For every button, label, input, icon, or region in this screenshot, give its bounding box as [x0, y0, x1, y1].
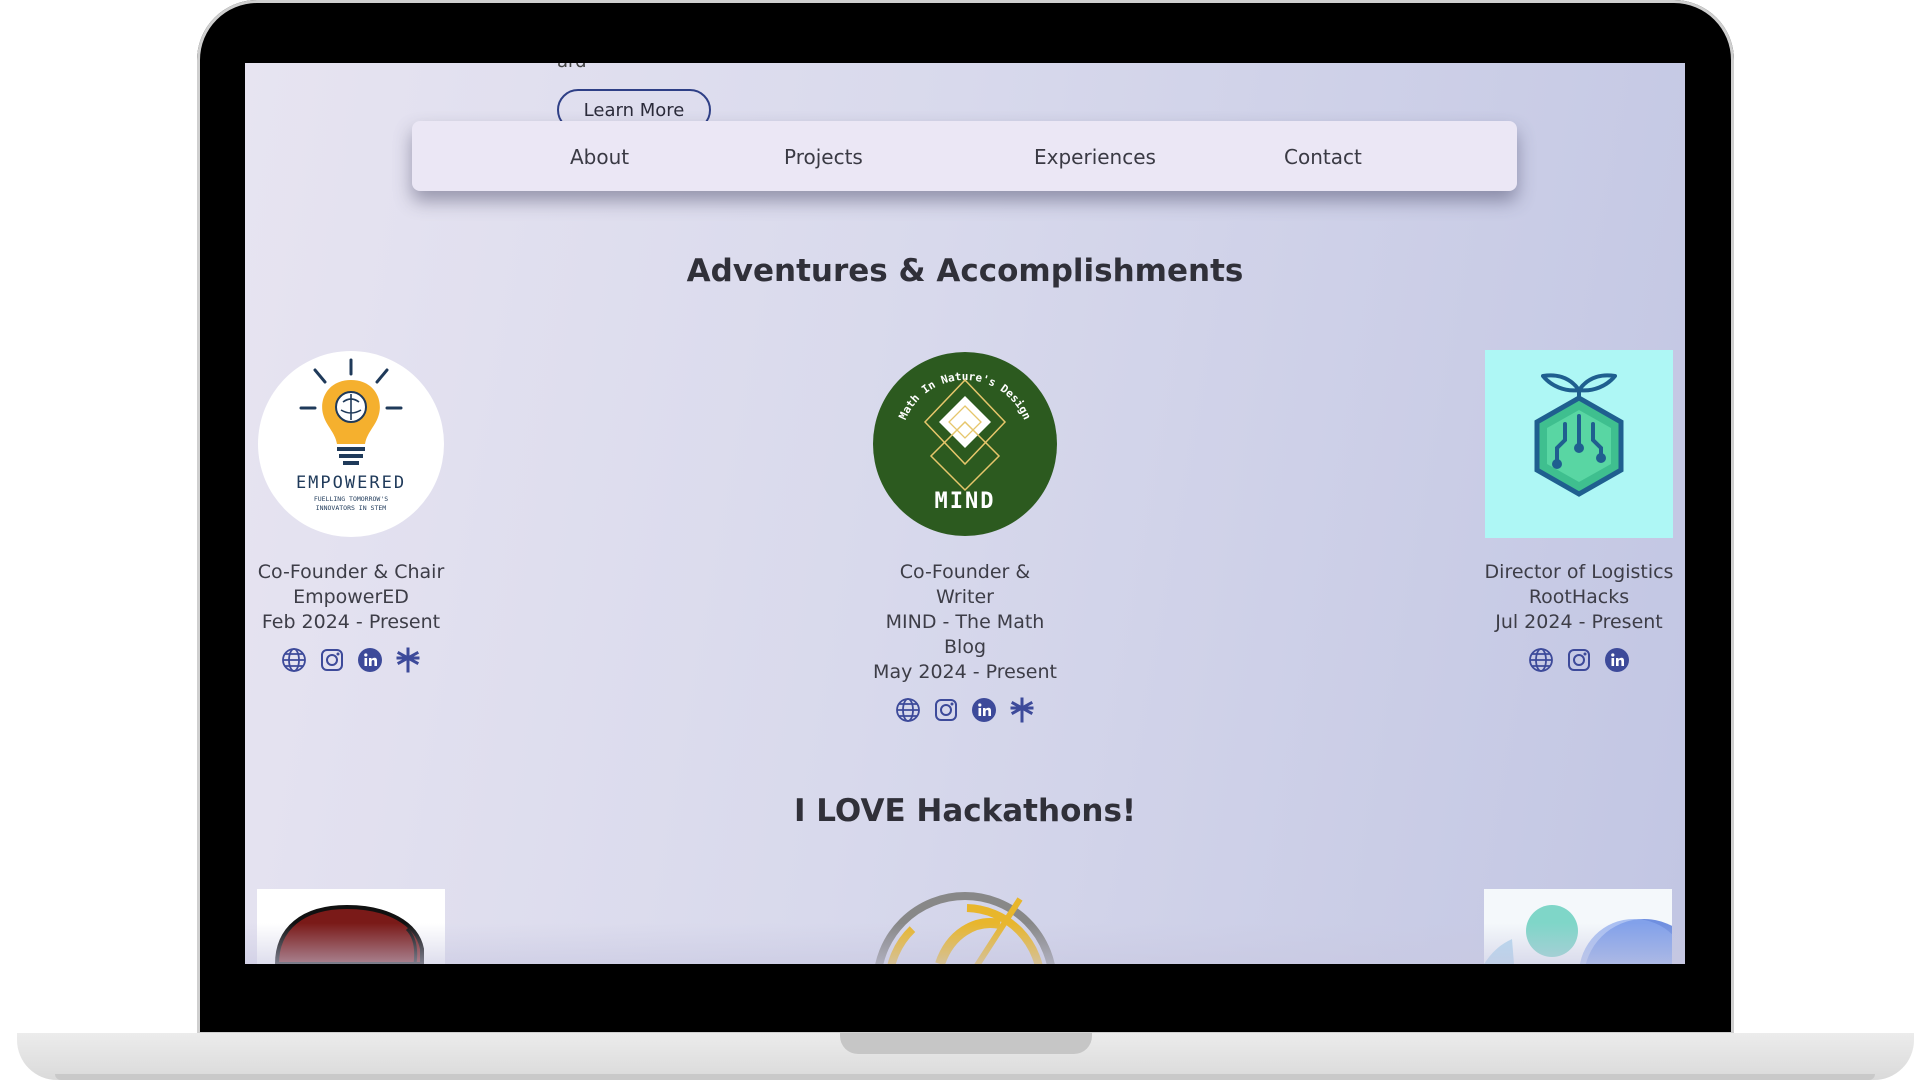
mind-logo-text: MIND [935, 489, 996, 514]
navigation-bar: About Projects Experiences Contact [412, 121, 1517, 191]
viewport-bottom-fade [245, 923, 1685, 964]
hero-text-fragment: ard [557, 63, 587, 72]
nav-link-projects[interactable]: Projects [784, 145, 863, 169]
globe-icon[interactable] [281, 647, 307, 673]
card-org: MIND - The Math Blog [885, 611, 1045, 658]
empowered-logo[interactable]: EMPOWERED FUELLING TOMORROW'S INNOVATORS… [257, 350, 445, 538]
card-social-links [870, 697, 1060, 723]
instagram-icon[interactable] [1566, 647, 1592, 673]
linkedin-icon[interactable] [971, 697, 997, 723]
card-org: EmpowerED [293, 586, 409, 608]
empowered-logo-subtext-2: INNOVATORS IN STEM [316, 504, 387, 512]
accomplishment-card-roothacks: Director of Logistics RootHacks Jul 2024… [1484, 350, 1674, 673]
linktree-icon[interactable] [395, 647, 421, 673]
laptop-notch [840, 1033, 1092, 1054]
roothacks-logo[interactable] [1485, 350, 1673, 538]
nav-link-about[interactable]: About [570, 145, 629, 169]
card-dates: Jul 2024 - Present [1495, 611, 1663, 633]
globe-icon[interactable] [895, 697, 921, 723]
card-role: Director of Logistics [1484, 561, 1674, 583]
card-role: Co-Founder & Writer [899, 561, 1031, 608]
mind-logo[interactable]: Math In Nature's Design MIND [871, 350, 1059, 538]
section-title-hackathons: I LOVE Hackathons! [793, 793, 1137, 829]
section-title-accomplishments: Adventures & Accomplishments [686, 253, 1244, 289]
instagram-icon[interactable] [319, 647, 345, 673]
card-dates: Feb 2024 - Present [261, 611, 441, 633]
nav-link-contact[interactable]: Contact [1284, 145, 1362, 169]
accomplishment-card-mind: Math In Nature's Design MIND Co-Founder … [870, 350, 1060, 723]
linkedin-icon[interactable] [1604, 647, 1630, 673]
card-social-links [1484, 647, 1674, 673]
empowered-logo-subtext-1: FUELLING TOMORROW'S [314, 495, 388, 503]
nav-link-experiences[interactable]: Experiences [1034, 145, 1156, 169]
card-social-links [256, 647, 446, 673]
browser-viewport: ard Learn More About Projects Experience… [245, 63, 1685, 964]
globe-icon[interactable] [1528, 647, 1554, 673]
accomplishment-card-empowered: EMPOWERED FUELLING TOMORROW'S INNOVATORS… [256, 350, 446, 673]
card-dates: May 2024 - Present [873, 661, 1057, 683]
card-role: Co-Founder & Chair [257, 561, 445, 583]
linktree-icon[interactable] [1009, 697, 1035, 723]
instagram-icon[interactable] [933, 697, 959, 723]
laptop-base-edge [55, 1074, 1875, 1080]
mind-diamond-icon: Math In Nature's Design MIND [873, 352, 1057, 536]
empowered-logo-text: EMPOWERED [296, 473, 406, 493]
hexagon-circuit-icon [1485, 350, 1673, 538]
lightbulb-brain-icon: EMPOWERED FUELLING TOMORROW'S INNOVATORS… [258, 351, 444, 537]
linkedin-icon[interactable] [357, 647, 383, 673]
card-org: RootHacks [1528, 586, 1630, 608]
